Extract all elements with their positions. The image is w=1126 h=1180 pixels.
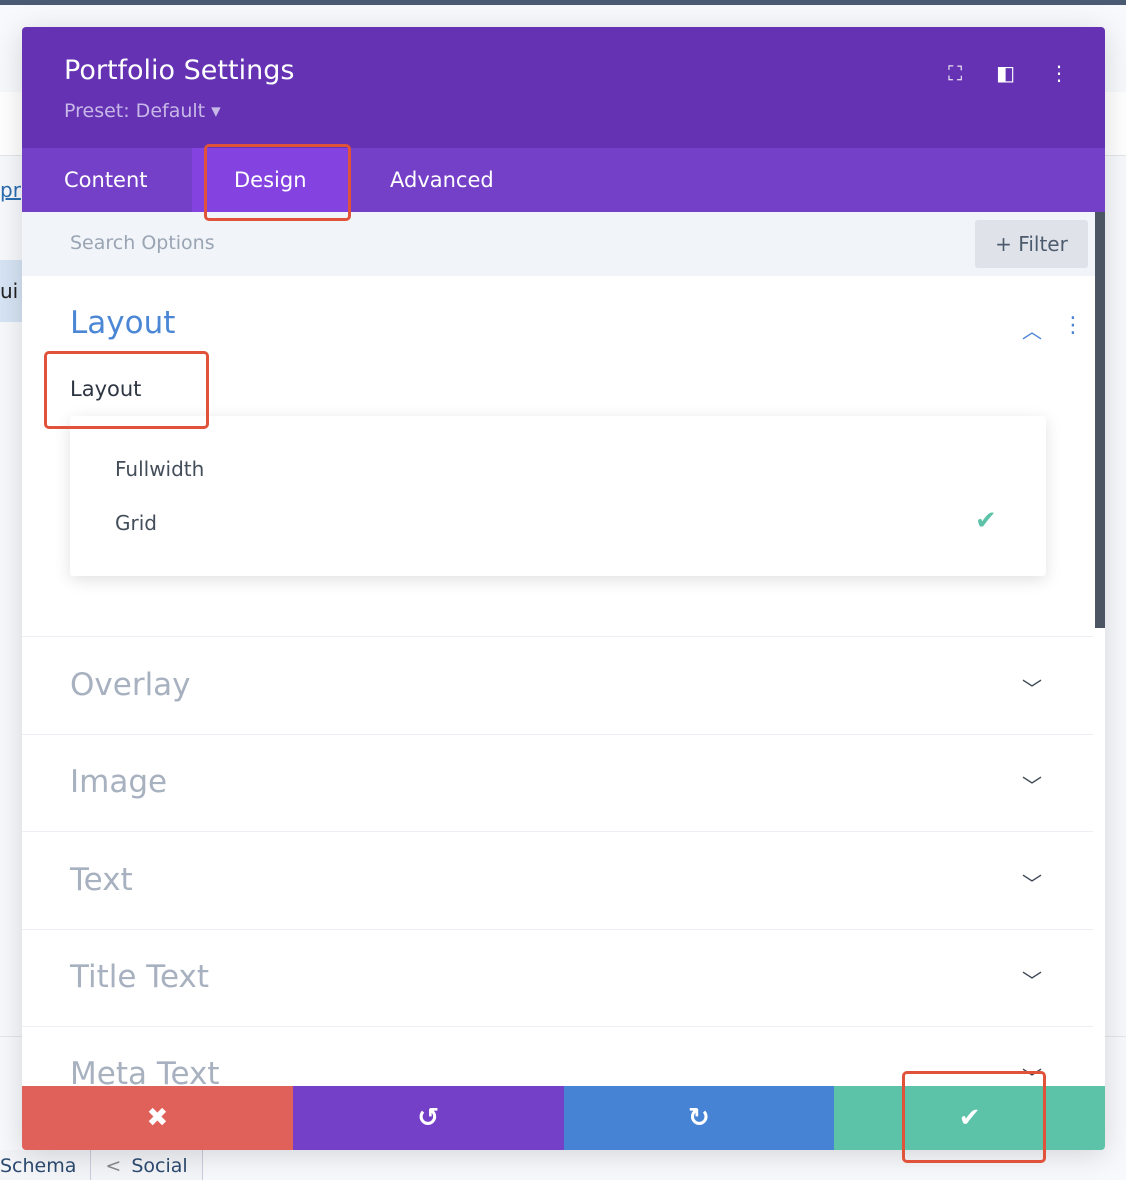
highlight-design-tab	[204, 144, 351, 221]
settings-modal: Portfolio Settings Preset: Default ▾ ⛶ ◧…	[22, 27, 1105, 1150]
option-fullwidth[interactable]: Fullwidth	[115, 457, 204, 481]
search-input[interactable]: Search Options	[70, 232, 215, 254]
search-bar: Search Options + Filter	[22, 212, 1105, 276]
divider	[22, 636, 1093, 637]
close-icon: ✖	[146, 1103, 169, 1133]
redo-button[interactable]: ↻	[563, 1086, 835, 1150]
background-chip: ui	[0, 260, 24, 322]
discard-button[interactable]: ✖	[22, 1086, 293, 1150]
divider	[22, 1026, 1093, 1027]
modal-title: Portfolio Settings	[64, 55, 295, 86]
modal-header: Portfolio Settings Preset: Default ▾ ⛶ ◧…	[22, 27, 1105, 148]
tab-label: Schema	[0, 1155, 77, 1177]
check-icon: ✔	[975, 506, 997, 536]
chevron-down-icon[interactable]: ﹀	[1022, 868, 1042, 897]
more-vertical-icon[interactable]: ⋮	[1062, 313, 1084, 338]
divider	[22, 734, 1093, 735]
undo-button[interactable]: ↺	[292, 1086, 564, 1150]
section-layout-title[interactable]: Layout	[70, 305, 175, 341]
section-title-text-title[interactable]: Title Text	[70, 959, 209, 995]
chevron-up-icon[interactable]: ︿	[1022, 315, 1042, 344]
sidebar-layout-icon[interactable]: ◧	[996, 61, 1015, 85]
undo-icon: ↺	[417, 1103, 440, 1133]
preset-dropdown[interactable]: Preset: Default ▾	[64, 100, 221, 122]
divider	[22, 831, 1093, 832]
filter-button[interactable]: + Filter	[975, 220, 1088, 268]
scrollbar[interactable]	[1095, 212, 1105, 628]
highlight-layout-label	[44, 351, 209, 429]
tab-advanced[interactable]: Advanced	[350, 148, 536, 212]
share-icon: <	[105, 1155, 122, 1177]
section-image-title[interactable]: Image	[70, 764, 167, 800]
highlight-save-button	[902, 1071, 1046, 1163]
chevron-down-icon[interactable]: ﹀	[1022, 673, 1042, 702]
layout-dropdown: Fullwidth Grid ✔	[70, 416, 1046, 576]
tab-bar: Content Design Advanced	[22, 148, 1105, 212]
tab-label: Social	[131, 1155, 188, 1177]
bottom-tabs: Schema < Social	[0, 1150, 203, 1180]
browser-top-strip	[0, 0, 1126, 5]
chevron-down-icon[interactable]: ﹀	[1022, 965, 1042, 994]
option-grid[interactable]: Grid	[115, 511, 157, 535]
chevron-down-icon[interactable]: ﹀	[1022, 770, 1042, 799]
tab-social[interactable]: < Social	[91, 1150, 203, 1180]
more-vertical-icon[interactable]: ⋮	[1049, 61, 1069, 85]
section-text-title[interactable]: Text	[70, 862, 133, 898]
tab-content[interactable]: Content	[22, 148, 192, 212]
focus-icon[interactable]: ⛶	[948, 61, 962, 85]
redo-icon: ↻	[687, 1103, 710, 1133]
tab-schema[interactable]: Schema	[0, 1150, 92, 1180]
section-overlay-title[interactable]: Overlay	[70, 667, 191, 703]
divider	[22, 929, 1093, 930]
background-link[interactable]: pr	[0, 178, 21, 202]
